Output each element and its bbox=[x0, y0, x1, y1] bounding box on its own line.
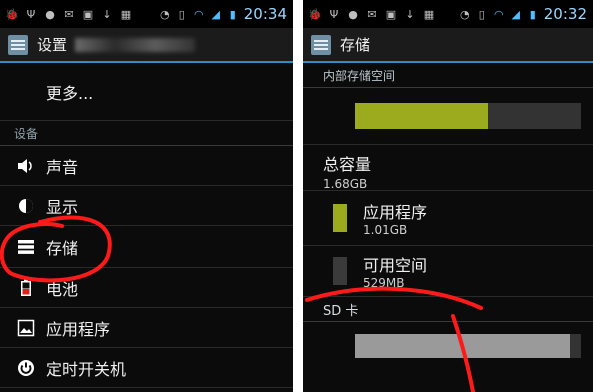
signal-icon: ◢ bbox=[211, 7, 220, 21]
settings-item-sound[interactable]: 声音 bbox=[0, 146, 293, 186]
available-color-swatch bbox=[333, 257, 347, 285]
available-label: 可用空间 bbox=[363, 256, 428, 275]
apps-storage-item[interactable]: 应用程序 1.01GB bbox=[303, 191, 593, 246]
available-value: 529MB bbox=[363, 276, 405, 290]
settings-item-apps[interactable]: 应用程序 bbox=[0, 308, 293, 348]
location-icon: ● bbox=[348, 7, 358, 21]
total-capacity-value: 1.68GB bbox=[323, 177, 368, 191]
settings-item-label: 应用程序 bbox=[46, 319, 111, 339]
total-capacity-label: 总容量 bbox=[323, 155, 372, 174]
signal-icon: ◢ bbox=[511, 7, 520, 21]
battery-status-icon: ▮ bbox=[529, 7, 536, 21]
settings-app-icon[interactable] bbox=[7, 34, 29, 56]
settings-item-label: 显示 bbox=[46, 197, 79, 217]
settings-app-icon[interactable] bbox=[310, 34, 332, 56]
location-icon: ● bbox=[45, 7, 55, 21]
mail-icon: ✉ bbox=[64, 7, 74, 21]
internal-storage-bar-row bbox=[303, 88, 593, 145]
page-title: 存储 bbox=[340, 36, 371, 54]
power-icon bbox=[16, 358, 36, 378]
sd-card-bar bbox=[355, 334, 581, 358]
wifi-icon: ◠ bbox=[193, 7, 204, 21]
settings-item-label: 电池 bbox=[46, 279, 79, 299]
settings-item-battery[interactable]: 电池 bbox=[0, 268, 293, 308]
internal-storage-bar bbox=[355, 103, 581, 129]
available-storage-item[interactable]: 可用空间 529MB bbox=[303, 246, 593, 297]
settings-screen: 🐞 Ψ ● ✉ ▣ ↓ ▦ ◔ ▯ ◠ ◢ ▮ 20:34 设置 更多... 设… bbox=[0, 0, 293, 392]
page-title: 设置 bbox=[37, 36, 68, 54]
brightness-icon bbox=[16, 196, 36, 216]
download-icon: ↓ bbox=[102, 7, 112, 21]
usb-icon: Ψ bbox=[329, 7, 339, 21]
more-label: 更多... bbox=[46, 83, 94, 103]
blurred-title-suffix bbox=[75, 37, 196, 52]
apps-icon bbox=[16, 318, 36, 338]
status-time: 20:34 bbox=[243, 5, 287, 23]
settings-item-label: 声音 bbox=[46, 157, 79, 177]
settings-item-scheduled-power[interactable]: 定时开关机 bbox=[0, 348, 293, 388]
vibrate-icon: ▯ bbox=[478, 7, 485, 21]
apps-label: 应用程序 bbox=[363, 203, 428, 222]
internal-storage-header: 内部存储空间 bbox=[303, 63, 593, 88]
total-capacity-item[interactable]: 总容量 1.68GB bbox=[303, 145, 593, 191]
storage-screen: 🐞 Ψ ● ✉ ▣ ↓ ▦ ◔ ▯ ◠ ◢ ▮ 20:32 存储 内部存储空间 bbox=[303, 0, 593, 392]
settings-item-label: 存储 bbox=[46, 238, 79, 258]
internal-used-fill bbox=[355, 103, 489, 129]
action-bar: 存储 bbox=[303, 28, 593, 63]
alarm-icon: ◔ bbox=[159, 7, 170, 21]
battery-status-icon: ▮ bbox=[229, 7, 236, 21]
status-bar: 🐞 Ψ ● ✉ ▣ ↓ ▦ ◔ ▯ ◠ ◢ ▮ 20:32 bbox=[303, 0, 593, 28]
battery-icon bbox=[16, 278, 36, 298]
sd-card-header: SD 卡 bbox=[303, 297, 593, 322]
alarm-icon: ◔ bbox=[459, 7, 470, 21]
apps-value: 1.01GB bbox=[363, 223, 408, 237]
photo-icon: ▦ bbox=[423, 7, 435, 21]
more-item[interactable]: 更多... bbox=[0, 63, 293, 121]
status-time: 20:32 bbox=[543, 5, 587, 23]
vibrate-icon: ▯ bbox=[178, 7, 185, 21]
status-bar: 🐞 Ψ ● ✉ ▣ ↓ ▦ ◔ ▯ ◠ ◢ ▮ 20:34 bbox=[0, 0, 293, 28]
usb-debug-icon: 🐞 bbox=[5, 7, 19, 21]
volume-icon bbox=[16, 156, 36, 176]
apps-color-swatch bbox=[333, 204, 347, 232]
storage-icon bbox=[16, 237, 36, 257]
settings-item-display[interactable]: 显示 bbox=[0, 186, 293, 226]
section-device: 设备 bbox=[0, 121, 293, 146]
action-bar: 设置 bbox=[0, 28, 293, 63]
app-notification-icon: ▣ bbox=[82, 7, 94, 21]
usb-icon: Ψ bbox=[26, 7, 36, 21]
mail-icon: ✉ bbox=[367, 7, 377, 21]
sd-card-bar-row bbox=[303, 322, 593, 370]
settings-item-label: 定时开关机 bbox=[46, 359, 127, 379]
sd-card-used-fill bbox=[355, 334, 570, 358]
wifi-icon: ◠ bbox=[493, 7, 504, 21]
settings-item-storage[interactable]: 存储 bbox=[0, 226, 293, 268]
photo-icon: ▦ bbox=[120, 7, 132, 21]
usb-debug-icon: 🐞 bbox=[308, 7, 322, 21]
app-notification-icon: ▣ bbox=[385, 7, 397, 21]
download-icon: ↓ bbox=[405, 7, 415, 21]
